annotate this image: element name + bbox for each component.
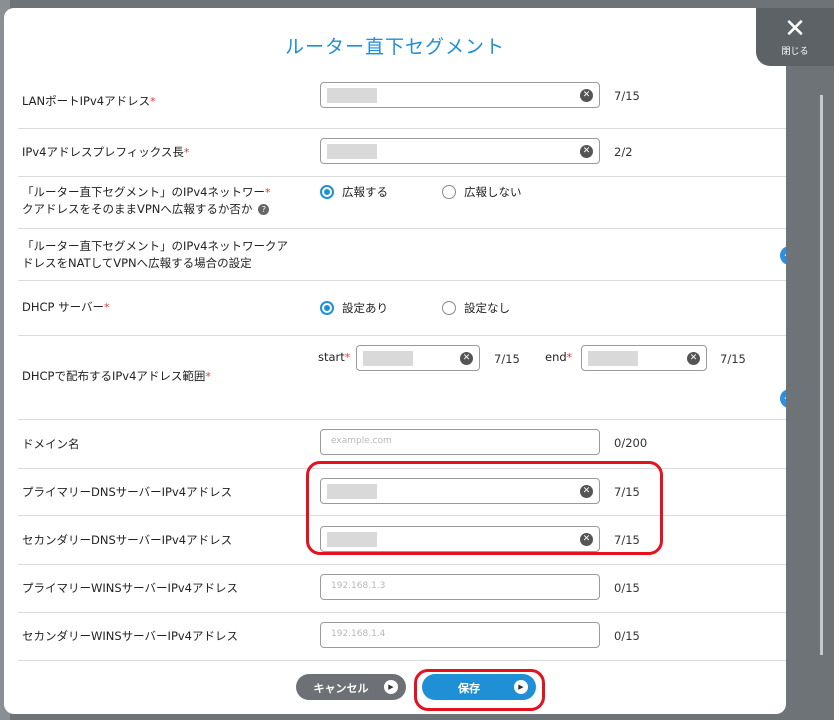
radio-advertise-no[interactable]: 広報しない xyxy=(442,184,522,200)
row-dhcp-server: DHCP サーバー* 設定あり 設定なし xyxy=(18,280,786,336)
close-label: 閉じる xyxy=(781,47,809,57)
radio-dhcp-off[interactable]: 設定なし xyxy=(442,300,510,316)
domain-label: ドメイン名 xyxy=(22,437,80,451)
primary-wins-label: プライマリーWINSサーバーIPv4アドレス xyxy=(22,581,238,595)
scrollbar[interactable] xyxy=(820,95,823,655)
primary-dns-label: プライマリーDNSサーバーIPv4アドレス xyxy=(22,485,233,499)
row-dhcp-range: DHCPで配布するIPv4アドレス範囲* start* ✕ 7/15 end* … xyxy=(18,335,786,420)
secondary-wins-placeholder: 192.168.1.4 xyxy=(331,629,386,639)
domain-count: 0/200 xyxy=(614,436,648,450)
primary-wins-placeholder: 192.168.1.3 xyxy=(331,581,386,591)
arrow-right-icon: ▶ xyxy=(384,680,398,694)
end-label: end* xyxy=(545,350,573,364)
radio-selected-icon xyxy=(320,301,334,315)
radio-empty-icon xyxy=(442,185,456,199)
cancel-label: キャンセル xyxy=(313,682,369,695)
radio-dhcp-on[interactable]: 設定あり xyxy=(320,300,388,316)
row-nat-setting: 「ルーター直下セグメント」のIPv4ネットワークア ドレスをNATしてVPNへ広報… xyxy=(18,228,786,281)
dialog-title: ルーター直下セグメント xyxy=(284,36,505,58)
close-button[interactable]: ✕ 閉じる xyxy=(756,8,834,66)
nat-setting-label: 「ルーター直下セグメント」のIPv4ネットワークア ドレスをNATしてVPNへ広報… xyxy=(22,239,288,270)
dhcp-end-count: 7/15 xyxy=(720,352,746,366)
save-highlight-box xyxy=(414,669,545,711)
primary-wins-count: 0/15 xyxy=(614,581,640,595)
row-prefix: IPv4アドレスプレフィックス長* ✕ 2/2 xyxy=(18,128,786,177)
primary-wins-input[interactable]: 192.168.1.3 xyxy=(320,574,600,600)
secondary-wins-input[interactable]: 192.168.1.4 xyxy=(320,622,600,648)
prefix-label: IPv4アドレスプレフィックス長* xyxy=(22,145,190,159)
clear-icon[interactable]: ✕ xyxy=(687,352,700,365)
domain-input[interactable]: example.com xyxy=(320,429,600,455)
secondary-wins-label: セカンダリーWINSサーバーIPv4アドレス xyxy=(22,629,238,643)
segment-settings-dialog: ルーター直下セグメント LANポートIPv4アドレス* ✕ 7/15 IPv4ア… xyxy=(4,8,786,714)
dhcp-range-label: DHCPで配布するIPv4アドレス範囲* xyxy=(22,369,211,383)
row-secondary-wins: セカンダリーWINSサーバーIPv4アドレス 192.168.1.4 0/15 xyxy=(18,612,786,661)
dhcp-start-count: 7/15 xyxy=(494,352,520,366)
lan-port-count: 7/15 xyxy=(614,89,640,103)
secondary-wins-count: 0/15 xyxy=(614,629,640,643)
lan-port-label: LANポートIPv4アドレス* xyxy=(22,94,156,108)
dhcp-end-input[interactable]: ✕ xyxy=(581,345,707,371)
prefix-count: 2/2 xyxy=(614,145,633,159)
dns-highlight-box xyxy=(306,461,663,555)
cancel-button[interactable]: キャンセル ▶ xyxy=(296,674,406,700)
masked-value xyxy=(327,88,377,103)
masked-value xyxy=(588,351,638,366)
prefix-input[interactable]: ✕ xyxy=(320,138,600,164)
lan-port-input[interactable]: ✕ xyxy=(320,82,600,108)
help-icon[interactable]: ? xyxy=(258,204,270,215)
secondary-dns-label: セカンダリーDNSサーバーIPv4アドレス xyxy=(22,533,233,547)
domain-placeholder: example.com xyxy=(331,436,392,446)
clear-icon[interactable]: ✕ xyxy=(580,89,593,102)
masked-value xyxy=(363,351,413,366)
dhcp-start-input[interactable]: ✕ xyxy=(356,345,480,371)
radio-empty-icon xyxy=(442,301,456,315)
advertise-vpn-label: 「ルーター直下セグメント」のIPv4ネットワー* クアドレスをそのままVPNへ広… xyxy=(22,185,271,216)
add-nat-setting-icon[interactable]: + xyxy=(780,246,786,265)
add-range-icon[interactable]: + xyxy=(780,389,786,408)
row-advertise-vpn: 「ルーター直下セグメント」のIPv4ネットワー* クアドレスをそのままVPNへ広… xyxy=(18,176,786,229)
radio-advertise-yes[interactable]: 広報する xyxy=(320,184,388,200)
radio-selected-icon xyxy=(320,185,334,199)
row-lan-port: LANポートIPv4アドレス* ✕ 7/15 xyxy=(18,72,786,129)
dhcp-server-label: DHCP サーバー* xyxy=(22,300,110,314)
clear-icon[interactable]: ✕ xyxy=(580,145,593,158)
close-icon: ✕ xyxy=(784,14,806,44)
masked-value xyxy=(327,144,377,159)
clear-icon[interactable]: ✕ xyxy=(460,352,473,365)
start-label: start* xyxy=(318,350,351,364)
row-primary-wins: プライマリーWINSサーバーIPv4アドレス 192.168.1.3 0/15 xyxy=(18,564,786,613)
